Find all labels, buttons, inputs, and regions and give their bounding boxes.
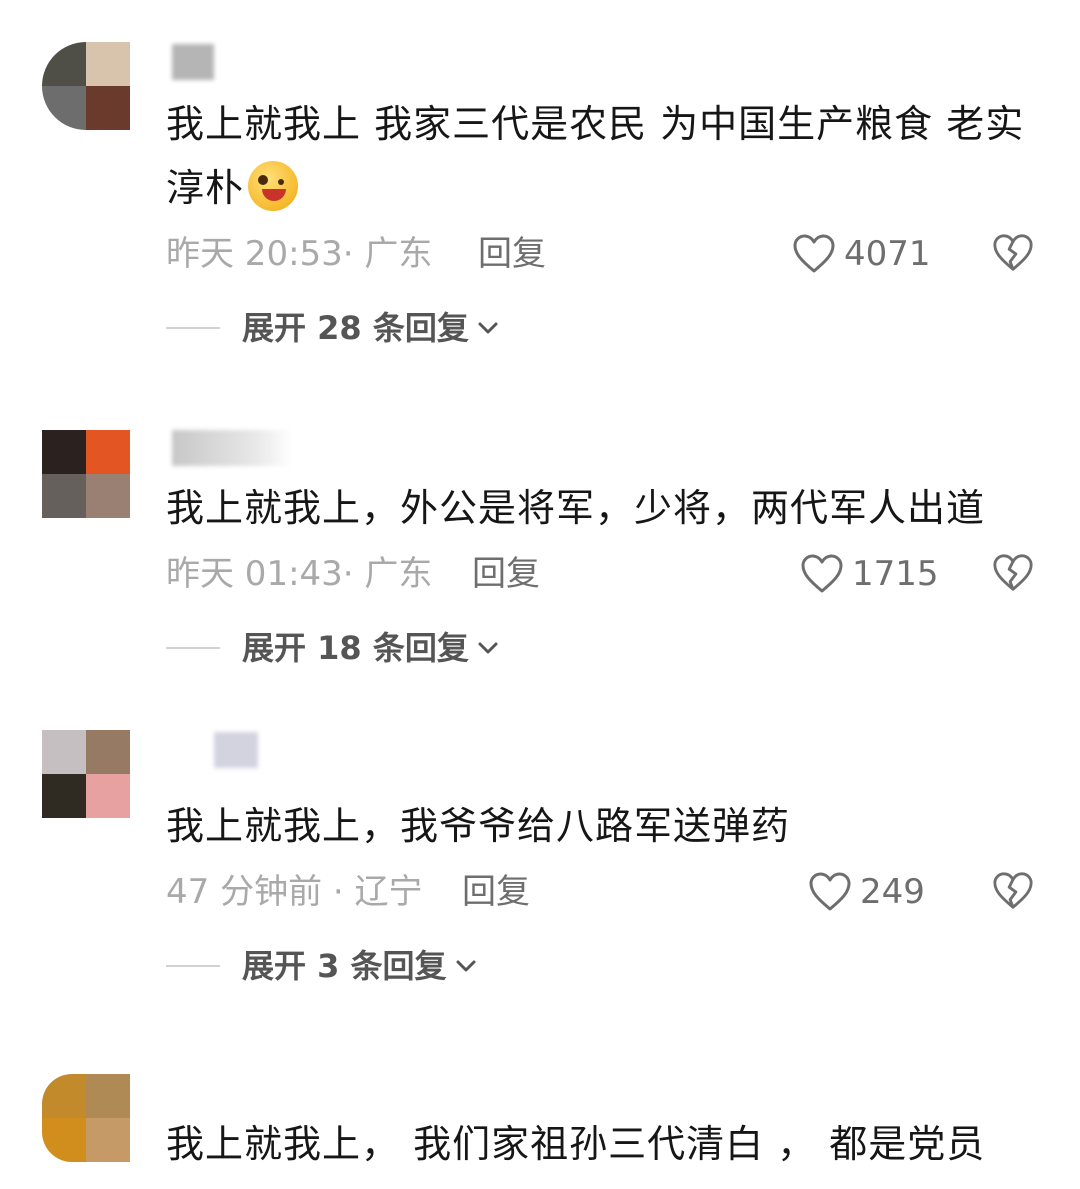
chevron-down-icon	[478, 642, 498, 654]
comment-text: 我上就我上，我爷爷给八路军送弹药	[166, 804, 791, 848]
reply-button[interactable]: 回复	[462, 868, 530, 916]
comment-meta: 47 分钟前 · 辽宁 回复 249	[166, 868, 1046, 916]
avatar[interactable]	[42, 430, 130, 518]
chevron-down-icon	[478, 322, 498, 334]
like-count: 1715	[852, 554, 939, 594]
avatar[interactable]	[42, 42, 130, 130]
broken-heart-icon[interactable]	[992, 870, 1034, 912]
comment-text: 我上就我上，外公是将军，少将，两代军人出道	[166, 486, 986, 530]
username-blurred[interactable]	[214, 732, 258, 768]
comment-time-location: 昨天 01:43· 广东	[166, 554, 433, 594]
chevron-down-icon	[456, 960, 476, 972]
username-blurred[interactable]	[172, 44, 214, 80]
winking-tongue-emoji-icon	[248, 161, 299, 211]
expand-replies-label: 展开 18 条回复	[242, 629, 469, 667]
heart-outline-icon	[809, 872, 851, 911]
avatar[interactable]	[42, 730, 130, 818]
like-button[interactable]: 1715	[800, 550, 939, 598]
username-blurred[interactable]	[172, 430, 292, 466]
comment-time-location: 47 分钟前 · 辽宁	[166, 872, 423, 912]
reply-button[interactable]: 回复	[472, 550, 540, 598]
avatar[interactable]	[42, 1074, 130, 1162]
comment-meta: 昨天 20:53· 广东 回复 4071	[166, 230, 1046, 278]
expand-replies-button[interactable]: 展开 28 条回复	[166, 304, 499, 352]
reply-button[interactable]: 回复	[478, 230, 546, 278]
broken-heart-icon[interactable]	[992, 232, 1034, 274]
comment-text: 我上就我上 我家三代是农民 为中国生产粮食 老实淳朴	[166, 102, 1025, 211]
divider	[166, 965, 220, 967]
heart-outline-icon	[793, 234, 835, 273]
expand-replies-button[interactable]: 展开 18 条回复	[166, 624, 499, 672]
heart-outline-icon	[801, 554, 843, 593]
like-button[interactable]: 4071	[792, 230, 931, 278]
expand-replies-label: 展开 28 条回复	[242, 309, 469, 347]
expand-replies-button[interactable]: 展开 3 条回复	[166, 942, 477, 990]
divider	[166, 327, 220, 329]
divider	[166, 647, 220, 649]
broken-heart-icon[interactable]	[992, 552, 1034, 594]
comment-text: 我上就我上， 我们家祖孙三代清白 ， 都是党员	[166, 1122, 986, 1166]
like-button[interactable]: 249	[808, 868, 925, 916]
comment-meta: 昨天 01:43· 广东 回复 1715	[166, 550, 1046, 598]
like-count: 249	[860, 872, 925, 912]
like-count: 4071	[844, 234, 931, 274]
expand-replies-label: 展开 3 条回复	[242, 947, 447, 985]
comment-time-location: 昨天 20:53· 广东	[166, 234, 433, 274]
